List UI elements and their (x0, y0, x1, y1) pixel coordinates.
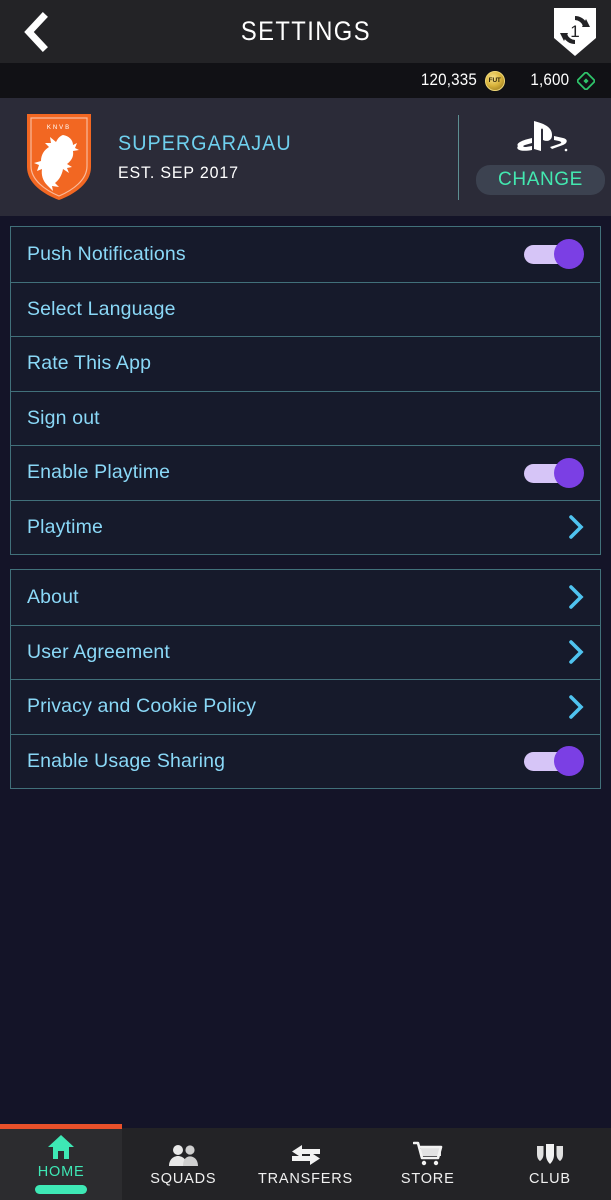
row-label: About (27, 585, 79, 608)
fifa-points-icon (576, 71, 596, 90)
row-label: Select Language (27, 297, 176, 320)
change-platform-button[interactable]: CHANGE (476, 165, 605, 195)
nav-item-transfers[interactable]: TRANSFERS (244, 1128, 366, 1200)
row-label: Push Notifications (27, 242, 186, 265)
chevron-right-icon (569, 694, 584, 719)
coins-value: 120,335 (420, 71, 477, 89)
club-profile-panel: KNVB SUPERGARAJAU EST. SEP 2017 CHANGE (0, 98, 611, 216)
squad-update-button[interactable]: 1 (549, 4, 601, 60)
club-text-block: SUPERGARAJAU EST. SEP 2017 (118, 132, 303, 183)
nav-item-store[interactable]: STORE (367, 1128, 489, 1200)
row-label: Enable Playtime (27, 461, 171, 484)
currency-bar: 120,335 FUT 1,600 (0, 63, 611, 98)
setting-row-privacy-and-cookie-policy[interactable]: Privacy and Cookie Policy (11, 679, 600, 734)
setting-row-about[interactable]: About (11, 570, 600, 625)
push-notifications-toggle[interactable] (524, 239, 584, 270)
row-label: User Agreement (27, 640, 170, 663)
setting-row-rate-this-app[interactable]: Rate This App (11, 336, 600, 391)
squad-update-shield-icon: 1 (554, 7, 596, 56)
nav-item-squads[interactable]: SQUADS (122, 1128, 244, 1200)
row-label: Enable Usage Sharing (27, 749, 226, 772)
settings-group-2: About User Agreement Privacy and Cookie … (10, 569, 601, 789)
page-title: SETTINGS (240, 16, 371, 46)
setting-row-enable-usage-sharing[interactable]: Enable Usage Sharing (11, 733, 600, 789)
back-button[interactable] (14, 10, 58, 54)
svg-text:1: 1 (570, 22, 579, 41)
row-label: Privacy and Cookie Policy (27, 695, 257, 718)
header-bar: SETTINGS 1 (0, 0, 611, 63)
active-accent-bar (0, 1124, 123, 1129)
panel-divider (458, 115, 459, 200)
points-value: 1,600 (530, 71, 569, 89)
row-label: Playtime (27, 515, 103, 538)
home-icon (47, 1134, 75, 1160)
toggle-knob (554, 239, 584, 270)
squads-people-icon (167, 1141, 199, 1167)
toggle-knob (554, 457, 584, 488)
settings-group-1: Push Notifications Select Language Rate … (10, 226, 601, 555)
nav-label: CLUB (528, 1171, 571, 1187)
knvb-lion-crest-icon: KNVB (23, 111, 95, 203)
club-established: EST. SEP 2017 (118, 162, 239, 182)
setting-row-enable-playtime[interactable]: Enable Playtime (11, 445, 600, 500)
toggle-knob (554, 746, 584, 777)
setting-row-select-language[interactable]: Select Language (11, 281, 600, 337)
nav-item-club[interactable]: CLUB (489, 1128, 611, 1200)
playstation-logo-icon (510, 119, 572, 155)
nav-label: TRANSFERS (258, 1171, 354, 1187)
chevron-left-icon (24, 11, 48, 52)
chevron-right-icon (569, 585, 584, 610)
club-name: SUPERGARAJAU (118, 131, 292, 155)
active-underline (35, 1185, 88, 1194)
club-crest-icon (535, 1141, 565, 1167)
transfers-arrows-icon (290, 1141, 322, 1167)
enable-usage-sharing-toggle[interactable] (524, 746, 584, 777)
chevron-right-icon (569, 515, 584, 540)
fut-coin-icon: FUT (484, 70, 505, 91)
row-label: Sign out (27, 406, 100, 429)
setting-row-sign-out[interactable]: Sign out (11, 390, 600, 446)
setting-row-playtime[interactable]: Playtime (11, 499, 600, 555)
nav-label: HOME (37, 1164, 85, 1180)
svg-text:KNVB: KNVB (47, 125, 71, 131)
enable-playtime-toggle[interactable] (524, 457, 584, 488)
settings-screen: SETTINGS 1 120,335 FUT 1,600 KNVB SUPERG… (0, 0, 611, 1200)
setting-row-push-notifications[interactable]: Push Notifications (11, 227, 600, 282)
platform-section: CHANGE (470, 98, 611, 216)
nav-item-home[interactable]: HOME (0, 1124, 123, 1200)
setting-row-user-agreement[interactable]: User Agreement (11, 624, 600, 680)
store-cart-icon (412, 1141, 443, 1167)
row-label: Rate This App (27, 352, 152, 375)
chevron-right-icon (569, 640, 584, 665)
bottom-navigation: HOME SQUADS TRANSFERS STORE CLUB (0, 1124, 611, 1200)
nav-label: SQUADS (150, 1171, 217, 1187)
nav-label: STORE (400, 1171, 455, 1187)
